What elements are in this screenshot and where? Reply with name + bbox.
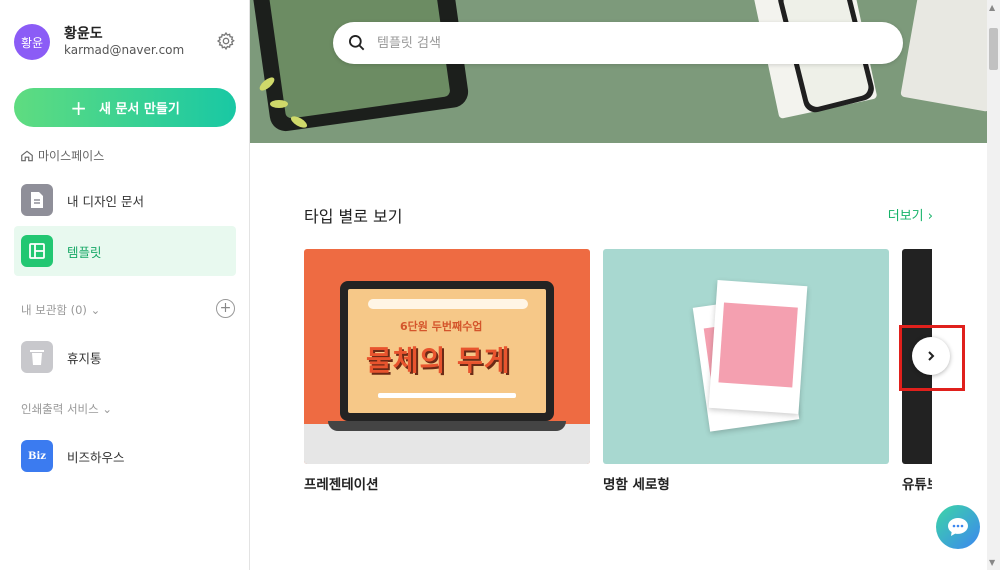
- scroll-thumb[interactable]: [989, 28, 998, 70]
- avatar[interactable]: 황윤: [14, 24, 50, 60]
- template-card-presentation[interactable]: 6단원 두번째수업 물체의 무게 프레젠테이션: [304, 249, 590, 493]
- thumbnail-subtitle: 6단원 두번째수업: [400, 320, 483, 333]
- add-storage-button[interactable]: +: [216, 299, 235, 318]
- user-email: karmad@naver.com: [64, 43, 185, 57]
- card-caption: 유튜브: [902, 477, 932, 493]
- laptop-illustration: 6단원 두번째수업 물체의 무게: [340, 281, 554, 421]
- home-icon: [21, 150, 33, 161]
- chat-icon: [948, 518, 968, 536]
- more-link[interactable]: 더보기 ›: [888, 205, 933, 224]
- tablet-illustration: [250, 0, 471, 134]
- storage-label: 내 보관함 (0): [21, 303, 87, 317]
- document-icon: [21, 184, 53, 216]
- search-bar[interactable]: [333, 22, 903, 64]
- section-title: 타입 별로 보기: [304, 207, 403, 226]
- profile: 황윤 황윤도 karmad@naver.com: [14, 22, 236, 62]
- more-label: 더보기: [887, 209, 924, 224]
- trash-icon: [21, 341, 53, 373]
- gear-icon[interactable]: [216, 31, 236, 51]
- chat-button[interactable]: [936, 505, 980, 549]
- storage-section-label[interactable]: 내 보관함 (0) ⌄: [21, 302, 100, 318]
- card-thumbnail: 6단원 두번째수업 물체의 무게: [304, 249, 590, 464]
- workspace-text: 마이스페이스: [38, 149, 105, 163]
- sidebar-item-label: 내 디자인 문서: [67, 193, 144, 209]
- scroll-up-icon[interactable]: ▲: [989, 3, 995, 12]
- scrollbar[interactable]: ▲ ▼: [987, 0, 1000, 570]
- card-caption: 프레젠테이션: [304, 477, 379, 493]
- template-icon: [21, 235, 53, 267]
- print-label: 인쇄출력 서비스: [21, 402, 99, 416]
- sidebar-item-trash[interactable]: 휴지통: [14, 332, 236, 382]
- chevron-right-icon: [928, 351, 935, 361]
- main-content: 타입 별로 보기 더보기 › 6단원 두번째수업 물체의 무게 프레젠테이션: [250, 0, 987, 570]
- template-card-namecard[interactable]: 명함 세로형: [603, 249, 889, 493]
- sidebar-item-label: 비즈하우스: [67, 449, 125, 465]
- sidebar-item-my-documents[interactable]: 내 디자인 문서: [14, 175, 236, 225]
- app-window: 황윤 황윤도 karmad@naver.com + 새 문서 만들기 마이스페이…: [0, 0, 1000, 570]
- scroll-down-icon[interactable]: ▼: [989, 558, 995, 567]
- chevron-down-icon: ⌄: [102, 402, 113, 416]
- biz-icon: Biz: [21, 440, 53, 472]
- print-section-label[interactable]: 인쇄출력 서비스 ⌄: [21, 401, 112, 417]
- sidebar-item-templates[interactable]: 템플릿: [14, 226, 236, 276]
- sidebar-item-label: 템플릿: [67, 244, 102, 260]
- plus-icon: +: [70, 95, 87, 120]
- instagram-card-illustration: [708, 280, 808, 414]
- paper-illustration: [900, 0, 987, 112]
- user-name: 황윤도: [64, 26, 103, 42]
- card-thumbnail: [603, 249, 889, 464]
- new-document-button[interactable]: + 새 문서 만들기: [14, 88, 236, 127]
- sidebar-item-label: 휴지통: [67, 350, 102, 366]
- sidebar-item-bizhouse[interactable]: Biz 비즈하우스: [14, 431, 236, 481]
- search-input[interactable]: [377, 35, 857, 51]
- thumbnail-title: 물체의 무게: [366, 344, 511, 377]
- workspace-label: 마이스페이스: [20, 147, 104, 164]
- sidebar: 황윤 황윤도 karmad@naver.com + 새 문서 만들기 마이스페이…: [0, 0, 250, 570]
- chevron-down-icon: ⌄: [90, 303, 101, 317]
- carousel-next-button[interactable]: [912, 337, 950, 375]
- card-caption: 명함 세로형: [603, 477, 670, 493]
- banner-image: [250, 0, 987, 143]
- new-document-label: 새 문서 만들기: [98, 102, 180, 117]
- search-icon: [349, 35, 365, 51]
- chevron-right-icon: ›: [927, 209, 933, 224]
